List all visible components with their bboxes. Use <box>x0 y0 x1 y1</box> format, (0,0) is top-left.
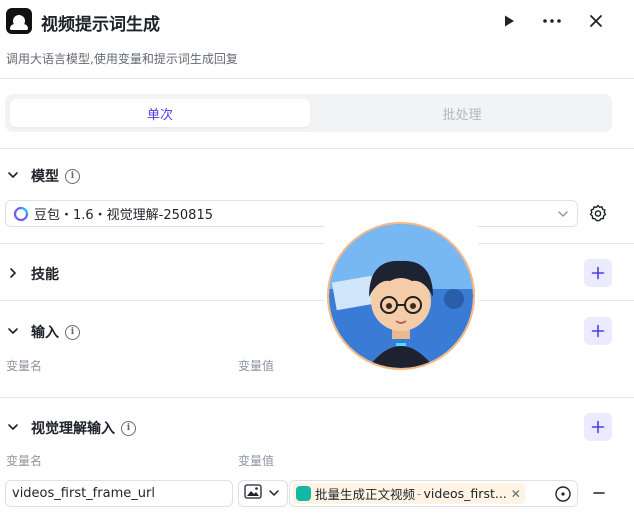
node-header: 视频提示词生成 <box>0 0 634 42</box>
gear-icon[interactable] <box>588 203 608 223</box>
var-name-input[interactable]: videos_first_frame_url <box>5 480 233 507</box>
tab-single[interactable]: 单次 <box>10 99 310 127</box>
node-icon <box>6 8 32 34</box>
section-input: 输入 i <box>31 322 80 342</box>
section-skills: 技能 <box>31 264 59 284</box>
more-icon[interactable] <box>539 8 565 34</box>
node-description: 调用大语言模型,使用变量和提示词生成回复 <box>6 52 238 66</box>
add-vision-input-button[interactable] <box>584 413 612 441</box>
column-var-name: 变量名 <box>6 454 43 468</box>
remove-row-button[interactable] <box>589 483 609 503</box>
section-vision-input: 视觉理解输入 i <box>31 418 136 438</box>
column-var-value: 变量值 <box>238 454 275 468</box>
play-icon[interactable] <box>496 8 522 34</box>
close-icon[interactable] <box>583 8 609 34</box>
chevron-right-icon[interactable] <box>6 266 20 280</box>
ref-node-name: 批量生成正文视频 <box>315 487 416 502</box>
avatar <box>324 219 478 373</box>
section-input-title: 输入 <box>31 325 59 341</box>
divider <box>0 397 634 398</box>
model-select[interactable]: 豆包・1.6・视觉理解-250815 <box>5 200 578 227</box>
info-icon[interactable]: i <box>65 168 80 184</box>
chevron-down-icon <box>268 484 280 503</box>
node-icon <box>296 486 311 501</box>
chevron-down-icon[interactable] <box>6 168 20 182</box>
divider <box>0 243 634 244</box>
model-name: 豆包・1.6・视觉理解-250815 <box>34 208 213 223</box>
section-model: 模型 i <box>31 166 80 186</box>
variable-setting-icon[interactable] <box>554 485 572 507</box>
add-input-button[interactable] <box>584 317 612 345</box>
info-icon[interactable]: i <box>121 420 136 436</box>
section-skills-title: 技能 <box>31 267 59 283</box>
chevron-down-icon[interactable] <box>6 420 20 434</box>
divider <box>0 300 634 301</box>
section-vision-title: 视觉理解输入 <box>31 421 115 437</box>
image-icon <box>244 484 262 503</box>
reference-chip[interactable]: 批量生成正文视频 - videos_first... ✕ <box>293 483 525 504</box>
doubao-logo-icon <box>13 206 29 221</box>
section-model-title: 模型 <box>31 169 59 185</box>
add-skill-button[interactable] <box>584 259 612 287</box>
divider <box>0 78 634 79</box>
node-title[interactable]: 视频提示词生成 <box>41 10 160 35</box>
tab-batch[interactable]: 批处理 <box>312 99 612 127</box>
info-icon[interactable]: i <box>65 324 80 340</box>
var-type-select[interactable] <box>238 480 288 507</box>
var-name-value: videos_first_frame_url <box>12 486 155 501</box>
var-value-reference[interactable]: 批量生成正文视频 - videos_first... ✕ <box>289 480 578 507</box>
chevron-down-icon[interactable] <box>6 324 20 338</box>
ref-var-name: videos_first... <box>423 486 507 501</box>
ref-separator: - <box>417 486 422 501</box>
column-var-name: 变量名 <box>6 359 43 373</box>
chevron-down-icon <box>557 208 569 224</box>
column-var-value: 变量值 <box>238 359 275 373</box>
divider <box>0 148 634 149</box>
close-icon[interactable]: ✕ <box>511 487 521 501</box>
mode-tabs: 单次 批处理 <box>5 94 612 132</box>
